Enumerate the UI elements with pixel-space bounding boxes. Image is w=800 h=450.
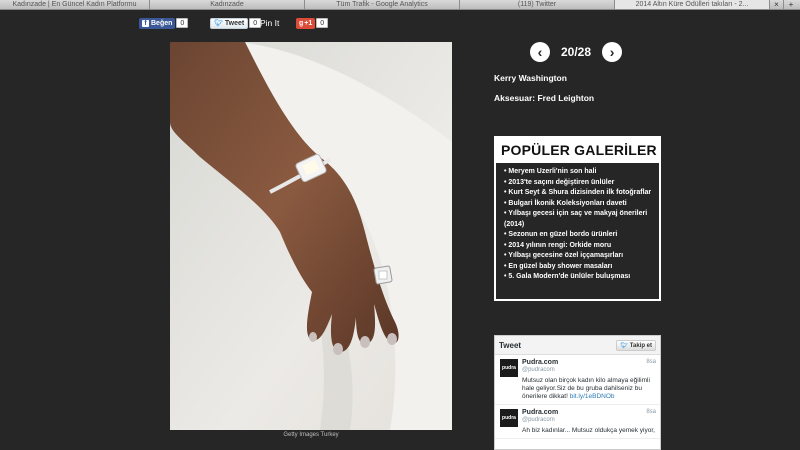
photo-credit: Getty Images Turkey (283, 432, 339, 438)
avatar[interactable]: pudra (500, 409, 518, 427)
pin-it-label: Pin It (260, 18, 280, 28)
gallery-pagination: ‹ 20/28 › (530, 42, 623, 62)
facebook-like-button[interactable]: f Beğen (139, 17, 176, 29)
gplus-label: +1 (304, 19, 313, 27)
tweet-author-name[interactable]: Pudra.com (522, 409, 656, 416)
tweet-time[interactable]: 8sa (646, 359, 656, 365)
facebook-like-count: 0 (176, 18, 189, 28)
popular-galleries-list: • Meryem Uzerli'nin son hali • 2013'te s… (496, 163, 659, 283)
avatar[interactable]: pudra (500, 359, 518, 377)
popular-gallery-link[interactable]: • 5. Gala Modern'de ünlüler buluşması (504, 272, 655, 283)
tab-google-analytics[interactable]: Tüm Trafik - Google Analytics (305, 0, 460, 9)
twitter-bird-icon: 🐦︎ (620, 342, 629, 349)
facebook-like-label: Beğen (151, 19, 173, 27)
next-arrow-icon[interactable]: › (602, 42, 623, 62)
tweet-author-handle[interactable]: @pudracom (522, 417, 656, 423)
popular-gallery-link[interactable]: • 2013'te saçını değiştiren ünlüler (504, 178, 655, 189)
popular-gallery-link[interactable]: • Kurt Seyt & Shura dizisinden ilk fotoğ… (504, 188, 655, 199)
follow-button[interactable]: 🐦︎ Takip et (616, 339, 656, 351)
gallery-counter: 20/28 (561, 45, 592, 59)
popular-galleries-title: POPÜLER GALERİLER (496, 138, 659, 163)
gallery-photo (170, 42, 452, 430)
popular-gallery-link[interactable]: • 2014 yılının rengi: Orkide moru (504, 241, 655, 252)
tab-kadinzade[interactable]: Kadınzade (150, 0, 305, 9)
browser-tab-bar: Kadınzade | En Güncel Kadın Platformu Ka… (0, 0, 800, 10)
tab-close-icon[interactable]: × (770, 0, 784, 9)
popular-gallery-link[interactable]: • En güzel baby shower masaları (504, 262, 655, 273)
gplus-count: 0 (316, 18, 329, 28)
tab-altin-kure[interactable]: 2014 Altın Küre Ödülleri takıları - 2... (615, 0, 770, 9)
tab-twitter[interactable]: (119) Twitter (460, 0, 615, 9)
popular-gallery-link[interactable]: • Meryem Uzerli'nin son hali (504, 167, 655, 178)
tweet-time[interactable]: 8sa (646, 409, 656, 415)
facebook-icon: f (142, 19, 149, 27)
tweet-text: Mutsuz olan birçok kadın kilo almaya eği… (522, 377, 656, 401)
tweet-label: Tweet (224, 19, 245, 27)
tab-kadinzade-home[interactable]: Kadınzade | En Güncel Kadın Platformu (0, 0, 150, 9)
twitter-widget-header: Tweet 🐦︎ Takip et (495, 336, 660, 355)
tweet-widget[interactable]: 🐦︎ Tweet 0 (210, 17, 262, 29)
popular-gallery-link[interactable]: • Yılbaşı gecesi için saç ve makyaj öner… (504, 209, 655, 230)
previous-arrow-icon[interactable]: ‹ (530, 42, 550, 62)
new-tab-icon[interactable]: + (784, 0, 798, 9)
facebook-like-widget[interactable]: f Beğen 0 (139, 17, 189, 29)
tweet-text: Ah biz kadınlar... Mutsuz oldukça yemek … (522, 427, 655, 434)
twitter-bird-icon: 🐦︎ (214, 20, 223, 27)
popular-gallery-link[interactable]: • Yılbaşı gecesine özel iççamaşırları (504, 251, 655, 262)
gplus-widget[interactable]: g +1 0 (296, 17, 329, 29)
follow-label: Takip et (629, 342, 652, 349)
pin-it-button[interactable]: Pin It (260, 17, 279, 29)
twitter-timeline-widget: Tweet 🐦︎ Takip et pudra Pudra.com @pudra… (494, 335, 661, 450)
popular-gallery-link[interactable]: • Sezonun en güzel bordo ürünleri (504, 230, 655, 241)
tweet-button[interactable]: 🐦︎ Tweet (210, 17, 249, 29)
tweet-author-handle[interactable]: @pudracom (522, 367, 656, 373)
tweet-author-name[interactable]: Pudra.com (522, 359, 656, 366)
google-plus-icon: g (299, 19, 304, 27)
tweet-item[interactable]: pudra Pudra.com @pudracom 8sa Ah biz kad… (495, 405, 660, 439)
tweet-item[interactable]: pudra Pudra.com @pudracom 8sa Mutsuz ola… (495, 355, 660, 405)
tweet-link[interactable]: bit.ly/1eBDNOb (570, 393, 615, 400)
popular-gallery-link[interactable]: • Bulgari İkonik Koleksiyonları daveti (504, 199, 655, 210)
celebrity-name: Kerry Washington (494, 73, 567, 83)
twitter-widget-title: Tweet (499, 340, 522, 350)
accessory-credit: Aksesuar: Fred Leighton (494, 93, 595, 103)
popular-galleries-box: POPÜLER GALERİLER • Meryem Uzerli'nin so… (494, 136, 661, 301)
gplus-button[interactable]: g +1 (296, 17, 316, 29)
